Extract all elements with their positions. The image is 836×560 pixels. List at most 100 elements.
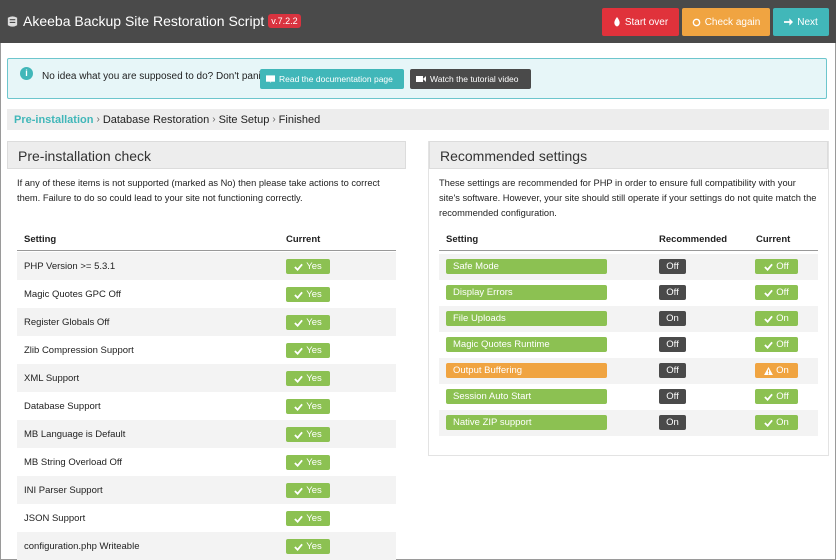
setting-label: Database Support bbox=[24, 401, 101, 412]
check-again-button[interactable]: Check again bbox=[682, 8, 770, 36]
status-badge: Yes bbox=[286, 315, 330, 330]
help-alert: i No idea what you are supposed to do? D… bbox=[7, 58, 827, 99]
recommended-badge: Off bbox=[659, 389, 686, 404]
recommended-badge: Off bbox=[659, 259, 686, 274]
status-badge: Yes bbox=[286, 427, 330, 442]
recommended-badge: Off bbox=[659, 337, 686, 352]
status-text: Yes bbox=[306, 513, 322, 524]
current-text: Off bbox=[776, 287, 789, 298]
chevron-right-icon: › bbox=[96, 114, 100, 125]
status-badge: Yes bbox=[286, 511, 330, 526]
check-icon bbox=[294, 291, 304, 299]
recommended-title: Recommended settings bbox=[429, 141, 828, 169]
current-badge: On bbox=[755, 363, 798, 378]
status-text: Yes bbox=[306, 373, 322, 384]
col-current: Current bbox=[756, 234, 791, 245]
table-row: Zlib Compression Support Yes bbox=[17, 336, 396, 364]
status-badge: Yes bbox=[286, 539, 330, 554]
check-icon bbox=[764, 289, 774, 297]
preinstall-description: If any of these items is not supported (… bbox=[17, 178, 380, 203]
recommended-badge: On bbox=[659, 415, 686, 430]
breadcrumb: Pre-installation › Database Restoration … bbox=[7, 109, 829, 130]
next-button[interactable]: Next bbox=[773, 8, 829, 36]
check-icon bbox=[294, 375, 304, 383]
status-badge: Yes bbox=[286, 371, 330, 386]
info-icon: i bbox=[20, 67, 33, 80]
warning-icon bbox=[764, 366, 774, 375]
status-badge: Yes bbox=[286, 455, 330, 470]
check-icon bbox=[294, 515, 304, 523]
status-badge: Yes bbox=[286, 259, 330, 274]
col-setting: Setting bbox=[446, 234, 479, 245]
status-text: Yes bbox=[306, 485, 322, 496]
setting-label: PHP Version >= 5.3.1 bbox=[24, 261, 116, 272]
recommended-badge: Off bbox=[659, 285, 686, 300]
current-badge: Off bbox=[755, 259, 798, 274]
check-icon bbox=[294, 319, 304, 327]
status-badge: Yes bbox=[286, 399, 330, 414]
watch-video-button[interactable]: Watch the tutorial video bbox=[410, 69, 531, 89]
breadcrumb-step-finished: Finished bbox=[278, 113, 321, 126]
status-text: Yes bbox=[306, 317, 322, 328]
brand: Akeeba Backup Site Restoration Script v.… bbox=[6, 13, 301, 29]
alert-text: No idea what you are supposed to do? Don… bbox=[42, 71, 269, 82]
table-row: MB Language is Default Yes bbox=[17, 420, 396, 448]
check-icon bbox=[294, 487, 304, 495]
setting-label: configuration.php Writeable bbox=[24, 541, 140, 552]
status-badge: Yes bbox=[286, 483, 330, 498]
status-badge: Yes bbox=[286, 343, 330, 358]
setting-label: Output Buffering bbox=[446, 363, 607, 378]
read-docs-button[interactable]: Read the documentation page bbox=[260, 69, 404, 89]
setting-label: Magic Quotes GPC Off bbox=[24, 289, 121, 300]
recommended-panel: Recommended settings These settings are … bbox=[428, 141, 829, 456]
recommended-table-header: Setting Recommended Current bbox=[439, 227, 818, 251]
check-icon bbox=[764, 341, 774, 349]
app-title: Akeeba Backup Site Restoration Script bbox=[23, 13, 265, 29]
check-icon bbox=[764, 393, 774, 401]
status-text: Yes bbox=[306, 401, 322, 412]
breadcrumb-step-site-setup: Site Setup bbox=[218, 113, 270, 126]
app-header: Akeeba Backup Site Restoration Script v.… bbox=[0, 0, 836, 43]
check-icon bbox=[294, 543, 304, 551]
check-icon bbox=[764, 419, 773, 427]
recommended-text: On bbox=[666, 417, 679, 428]
table-row: Display Errors Off Off bbox=[439, 280, 818, 306]
setting-label: INI Parser Support bbox=[24, 485, 103, 496]
chevron-right-icon: › bbox=[212, 114, 216, 125]
check-icon bbox=[294, 403, 304, 411]
setting-label: File Uploads bbox=[446, 311, 607, 326]
table-row: INI Parser Support Yes bbox=[17, 476, 396, 504]
setting-label: Zlib Compression Support bbox=[24, 345, 134, 356]
setting-label: MB String Overload Off bbox=[24, 457, 123, 468]
read-docs-label: Read the documentation page bbox=[279, 74, 393, 84]
preinstall-panel: Pre-installation check If any of these i… bbox=[7, 141, 406, 560]
current-text: Off bbox=[776, 391, 789, 402]
current-text: Off bbox=[776, 261, 789, 272]
status-text: Yes bbox=[306, 289, 322, 300]
col-current: Current bbox=[286, 234, 321, 245]
recommended-badge: On bbox=[659, 311, 686, 326]
check-icon bbox=[294, 263, 304, 271]
current-text: On bbox=[776, 365, 789, 376]
status-badge: Yes bbox=[286, 287, 330, 302]
video-camera-icon bbox=[416, 76, 426, 82]
watch-video-label: Watch the tutorial video bbox=[430, 74, 519, 84]
version-badge: v.7.2.2 bbox=[268, 14, 301, 28]
setting-label: Display Errors bbox=[446, 285, 607, 300]
table-row: Native ZIP support On On bbox=[439, 410, 818, 436]
status-text: Yes bbox=[306, 261, 322, 272]
recommended-badge: Off bbox=[659, 363, 686, 378]
preinstall-table-header: Setting Current bbox=[17, 227, 396, 251]
setting-label: Safe Mode bbox=[446, 259, 607, 274]
current-badge: Off bbox=[755, 389, 798, 404]
recommended-text: Off bbox=[666, 287, 679, 298]
current-badge: Off bbox=[755, 285, 798, 300]
start-over-button[interactable]: Start over bbox=[602, 8, 679, 36]
setting-label: JSON Support bbox=[24, 513, 86, 524]
current-text: On bbox=[776, 417, 789, 428]
status-text: Yes bbox=[306, 429, 322, 440]
table-row: Register Globals Off Yes bbox=[17, 308, 396, 336]
table-row: Magic Quotes Runtime Off Off bbox=[439, 332, 818, 358]
current-badge: On bbox=[755, 415, 798, 430]
refresh-icon bbox=[692, 18, 701, 26]
